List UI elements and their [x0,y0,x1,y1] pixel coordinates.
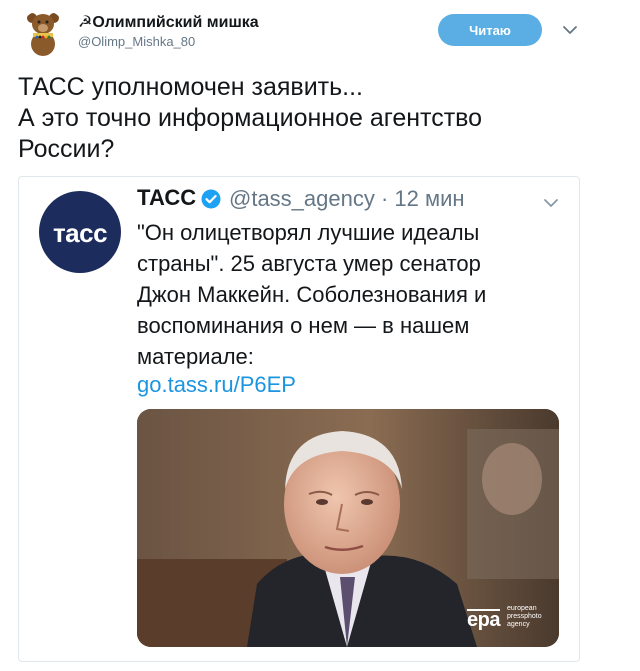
tweet-text: ТАСС уполномочен заявить... А это точно … [18,72,608,165]
epa-watermark: epa european pressphoto agency [467,605,547,631]
epa-logo-subtitle: european pressphoto agency [507,605,553,629]
quoted-display-name[interactable]: ТАСС [137,185,196,211]
user-handle[interactable]: @Olimp_Mishka_80 [78,34,195,49]
display-name[interactable]: ☭Олимпийский мишка [78,12,259,32]
epa-subtitle-line: european [507,605,537,612]
chevron-down-icon[interactable] [560,20,580,40]
tass-logo-text: тасс [52,218,108,248]
quoted-text-line: страны". 25 августа умер сенатор [137,251,481,276]
olympic-bear-icon [27,13,59,56]
name-prefix-symbol: ☭ [78,14,93,31]
tweet-header: ☭Олимпийский мишка @Olimp_Mishka_80 Чита… [0,0,640,64]
chevron-down-icon[interactable] [541,193,561,213]
follow-button[interactable]: Читаю [438,14,542,46]
display-name-text: Олимпийский мишка [92,14,259,31]
quoted-link[interactable]: go.tass.ru/P6EP [137,372,296,398]
quoted-text-line: Джон Маккейн. Соболезнования и [137,282,487,307]
epa-logo-text: epa [467,609,500,631]
epa-subtitle-line: pressphoto [507,613,542,620]
quoted-text-line: материале: [137,344,254,369]
quoted-text-line: "Он олицетворял лучшие идеалы [137,220,480,245]
quoted-text-line: воспоминания о нем — в нашем [137,313,470,338]
tass-avatar[interactable]: тасс [39,191,121,273]
avatar[interactable] [20,10,66,56]
tweet-text-line: А это точно информационное агентство [18,104,483,132]
tweet-text-line: России? [18,135,115,163]
news-photo[interactable]: epa european pressphoto agency [137,409,559,647]
quoted-tweet-card[interactable]: тасс ТАСС @tass_agency · 12 мин "Он олиц… [18,176,580,662]
quoted-handle-time[interactable]: @tass_agency · 12 мин [229,186,465,212]
verified-badge-icon [201,189,221,209]
tweet-text-line: ТАСС уполномочен заявить... [18,73,363,101]
epa-subtitle-line: agency [507,621,530,628]
quoted-tweet-text: "Он олицетворял лучшие идеалы страны". 2… [137,217,547,372]
